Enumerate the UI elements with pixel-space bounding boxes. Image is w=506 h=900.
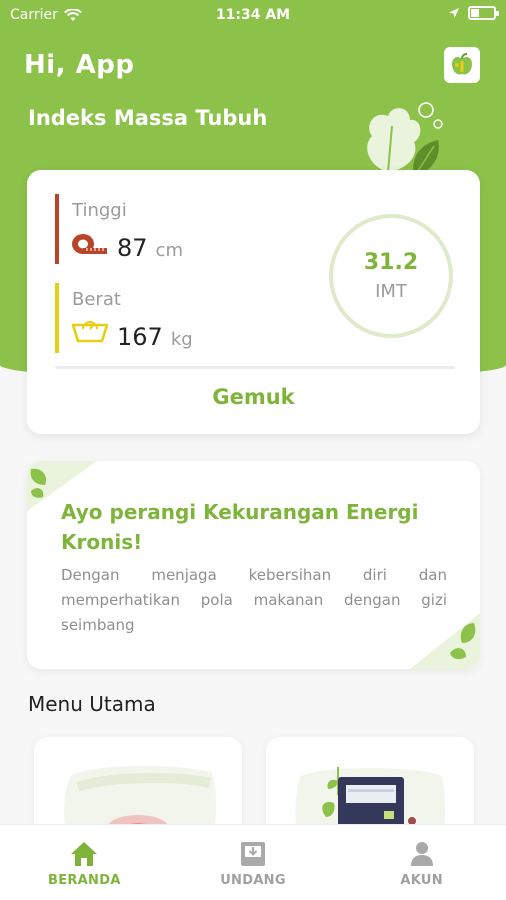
tab-label: UNDANG [220, 873, 286, 888]
location-arrow-icon [449, 8, 459, 18]
tab-undang[interactable]: UNDANG [169, 825, 338, 900]
greeting-title: Hi, App [24, 50, 135, 80]
weight-unit: kg [170, 329, 193, 350]
home-icon [71, 842, 98, 866]
tab-label: BERANDA [47, 873, 121, 888]
invite-download-icon [241, 842, 265, 866]
imt-gauge: 31.2 IMT [329, 214, 453, 338]
promo-title: Ayo perangi Kekurangan Energi Kronis! [61, 500, 419, 554]
height-value-row: 87 cm [71, 232, 183, 262]
card-divider [55, 366, 455, 369]
height-unit: cm [155, 240, 183, 261]
measuring-tape-icon [72, 234, 107, 254]
user-icon [410, 842, 433, 866]
bmi-category-label: Gemuk [212, 385, 295, 409]
status-right [448, 6, 499, 20]
bottom-tab-bar: BERANDA UNDANG AKUN [0, 824, 506, 900]
battery-icon [468, 6, 499, 20]
status-time: 11:34 AM [215, 7, 291, 23]
weight-value: 167 [117, 323, 163, 351]
height-value: 87 [117, 234, 148, 262]
weight-value-row: 167 kg [71, 321, 193, 351]
status-bar: Carrier 11:34 AM [0, 0, 506, 32]
weight-label: Berat [72, 289, 121, 310]
imt-label: IMT [375, 281, 407, 302]
apple-logo-icon [452, 53, 472, 75]
height-label: Tinggi [72, 200, 127, 221]
tab-akun[interactable]: AKUN [337, 825, 506, 900]
main-menu-heading: Menu Utama [28, 692, 156, 716]
app-logo[interactable] [444, 47, 480, 83]
promo-card[interactable]: Ayo perangi Kekurangan Energi Kronis! De… [27, 461, 480, 669]
tab-beranda[interactable]: BERANDA [0, 825, 169, 900]
bmi-section-title: Indeks Massa Tubuh [28, 106, 268, 130]
imt-value: 31.2 [363, 250, 419, 275]
leaf-corner-icon [410, 613, 480, 669]
bmi-card: Tinggi 87 cm Berat 167 kg 31.2 IMT Gemuk [27, 170, 480, 434]
promo-body: Dengan menjaga kebersihan diri dan mempe… [61, 566, 447, 634]
weight-indicator-bar [55, 283, 59, 353]
height-indicator-bar [55, 194, 59, 264]
tab-label: AKUN [400, 873, 443, 888]
weight-scale-icon [71, 321, 109, 343]
leaf-decoration-icon [367, 102, 443, 176]
